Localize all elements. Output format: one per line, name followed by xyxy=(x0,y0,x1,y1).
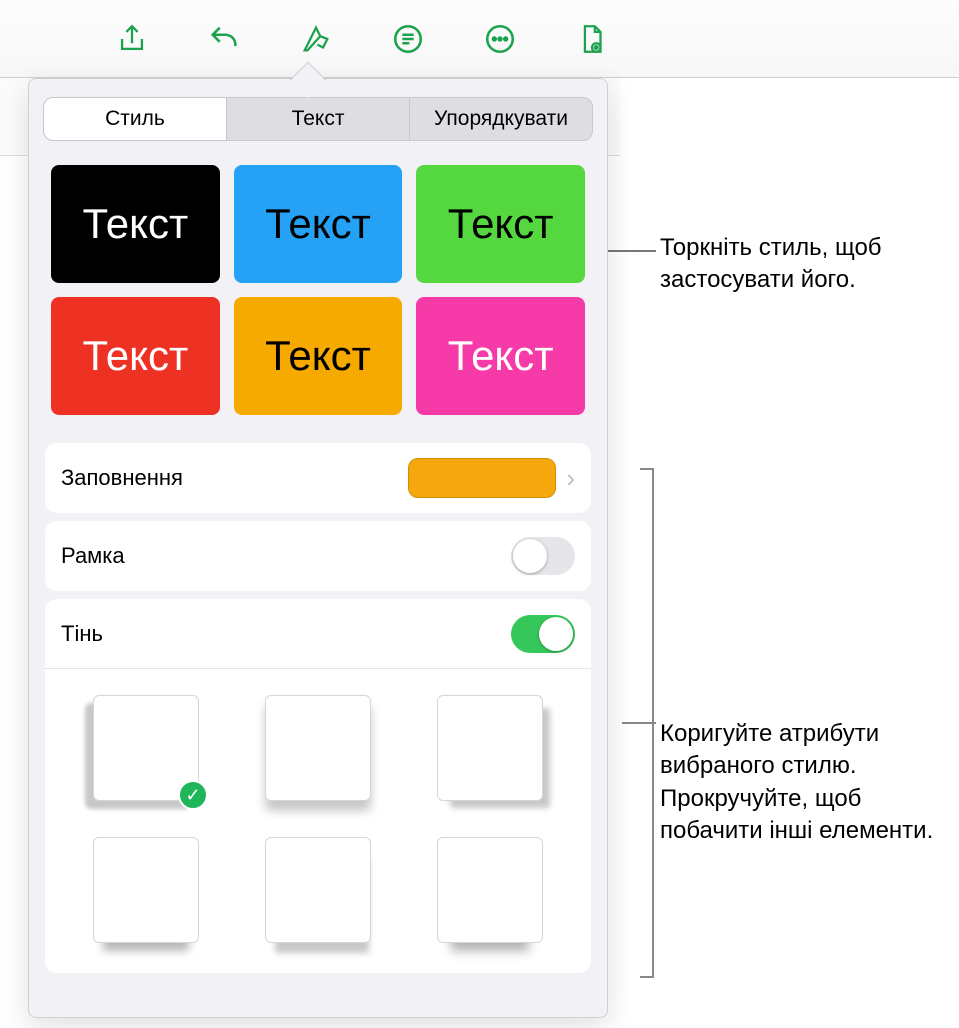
style-preset-red[interactable]: Текст xyxy=(51,297,220,415)
format-panel: Стиль Текст Упорядкувати Текст Текст Тек… xyxy=(28,78,608,1018)
border-row: Рамка xyxy=(45,521,591,591)
style-preset-black[interactable]: Текст xyxy=(51,165,220,283)
undo-icon[interactable] xyxy=(202,17,246,61)
chevron-right-icon: › xyxy=(566,463,575,494)
style-preset-pink[interactable]: Текст xyxy=(416,297,585,415)
fill-color-chip[interactable] xyxy=(408,458,556,498)
callout-leader-2 xyxy=(622,722,656,724)
shadow-preset-1[interactable]: ✓ xyxy=(93,695,199,801)
shadow-group: Тінь ✓ xyxy=(45,599,591,973)
format-icon[interactable] xyxy=(294,17,338,61)
tab-style[interactable]: Стиль xyxy=(44,98,227,140)
style-preset-orange[interactable]: Текст xyxy=(234,297,403,415)
shadow-presets: ✓ xyxy=(45,669,591,973)
shadow-label: Тінь xyxy=(61,621,103,647)
shadow-preset-6[interactable] xyxy=(437,837,543,943)
shadow-preset-3[interactable] xyxy=(437,695,543,801)
shadow-preset-4[interactable] xyxy=(93,837,199,943)
border-toggle[interactable] xyxy=(511,537,575,575)
fill-value: › xyxy=(408,458,575,498)
style-preset-green[interactable]: Текст xyxy=(416,165,585,283)
share-icon[interactable] xyxy=(110,17,154,61)
toolbar xyxy=(0,0,959,78)
check-icon: ✓ xyxy=(178,780,208,810)
shadow-toggle[interactable] xyxy=(511,615,575,653)
segmented-control: Стиль Текст Упорядкувати xyxy=(43,97,593,141)
style-preset-blue[interactable]: Текст xyxy=(234,165,403,283)
callout-adjust: Коригуйте атрибути вибраного стилю. Прок… xyxy=(660,718,950,848)
more-icon[interactable] xyxy=(478,17,522,61)
shadow-row: Тінь xyxy=(45,599,591,669)
style-presets: Текст Текст Текст Текст Текст Текст xyxy=(29,155,607,435)
shadow-preset-5[interactable] xyxy=(265,837,371,943)
document-icon[interactable] xyxy=(570,17,614,61)
tab-text[interactable]: Текст xyxy=(227,98,410,140)
list-icon[interactable] xyxy=(386,17,430,61)
fill-row[interactable]: Заповнення › xyxy=(45,443,591,513)
border-group: Рамка xyxy=(45,521,591,591)
tab-arrange[interactable]: Упорядкувати xyxy=(410,98,592,140)
callout-tap-style: Торкніть стиль, щоб застосувати його. xyxy=(660,232,950,297)
shadow-preset-2[interactable] xyxy=(265,695,371,801)
fill-group: Заповнення › xyxy=(45,443,591,513)
border-label: Рамка xyxy=(61,543,125,569)
fill-label: Заповнення xyxy=(61,465,183,491)
